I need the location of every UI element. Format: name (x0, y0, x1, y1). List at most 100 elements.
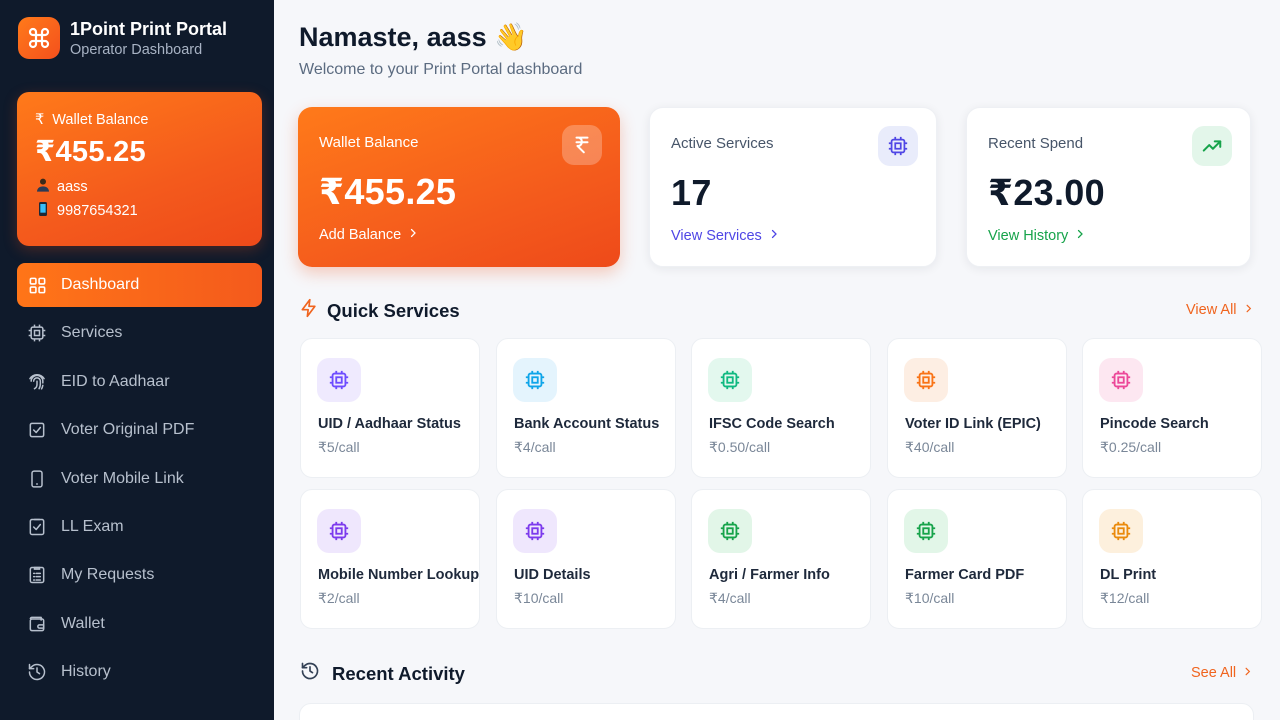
brand-title: 1Point Print Portal (70, 18, 228, 39)
rupee-icon: ₹ (35, 112, 45, 128)
recent-spend-value: ₹23.00 (988, 172, 1105, 213)
wallet-icon (27, 614, 47, 634)
grid-icon (27, 275, 47, 295)
view-history-link[interactable]: View History (988, 228, 1086, 244)
service-card[interactable]: UID / Aadhaar Status ₹5/call (300, 338, 480, 478)
sidebar-item-label: LL Exam (61, 517, 124, 535)
add-balance-label: Add Balance (319, 227, 402, 243)
sidebar-wallet-label: Wallet Balance (52, 112, 149, 128)
sidebar-item-label: History (61, 663, 111, 681)
lightning-icon (299, 298, 319, 323)
quick-services-heading: Quick Services (299, 298, 460, 323)
see-all-label: See All (1191, 665, 1237, 681)
recent-activity-title: Recent Activity (332, 662, 465, 684)
service-name: Voter ID Link (EPIC) (905, 416, 1041, 432)
sidebar-item-wallet[interactable]: Wallet (17, 602, 262, 646)
page-title: Namaste, aass 👋 (299, 22, 528, 52)
service-price: ₹5/call (318, 439, 360, 455)
chip-icon (1099, 509, 1143, 553)
fingerprint-icon (27, 372, 47, 392)
chip-icon (904, 509, 948, 553)
service-price: ₹4/call (709, 590, 751, 606)
sidebar-wallet-card[interactable]: ₹ Wallet Balance ₹455.25 aass 9987654321 (17, 92, 262, 246)
sidebar-item-voter-original-pdf[interactable]: Voter Original PDF (17, 408, 262, 452)
chip-icon (1099, 358, 1143, 402)
service-name: Bank Account Status (514, 416, 660, 432)
service-price: ₹10/call (514, 590, 564, 606)
sidebar: 1Point Print Portal Operator Dashboard ₹… (0, 0, 274, 720)
history-icon (300, 661, 320, 686)
sidebar-item-label: Voter Original PDF (61, 421, 195, 439)
service-name: Mobile Number Lookup (318, 567, 480, 583)
service-price: ₹40/call (905, 439, 955, 455)
sidebar-wallet-amount: ₹455.25 (35, 136, 146, 168)
chip-icon (513, 358, 557, 402)
sidebar-user-name: aass (57, 179, 88, 195)
chevron-right-icon (768, 228, 780, 244)
sidebar-item-dashboard[interactable]: Dashboard (17, 263, 262, 307)
service-name: DL Print (1100, 567, 1157, 583)
mobile-icon (27, 469, 47, 489)
view-all-link[interactable]: View All (1186, 302, 1254, 318)
sidebar-item-my-requests[interactable]: My Requests (17, 553, 262, 597)
service-price: ₹2/call (318, 590, 360, 606)
service-price: ₹10/call (905, 590, 955, 606)
active-services-value: 17 (671, 172, 712, 213)
service-name: UID Details (514, 567, 591, 583)
chip-icon (708, 358, 752, 402)
sidebar-item-voter-mobile-link[interactable]: Voter Mobile Link (17, 457, 262, 501)
service-card[interactable]: Bank Account Status ₹4/call (496, 338, 676, 478)
service-name: Agri / Farmer Info (709, 567, 830, 583)
service-name: Pincode Search (1100, 416, 1209, 432)
wallet-balance-label: Wallet Balance (319, 134, 419, 151)
chip-icon (878, 126, 918, 166)
page-subtitle: Welcome to your Print Portal dashboard (299, 61, 583, 78)
add-balance-link[interactable]: Add Balance (319, 227, 419, 243)
service-price: ₹0.25/call (1100, 439, 1162, 455)
see-all-link[interactable]: See All (1191, 665, 1253, 681)
service-name: IFSC Code Search (709, 416, 835, 432)
sidebar-user-phone: 9987654321 (57, 203, 138, 219)
clipboard-check-icon (27, 517, 47, 537)
sidebar-item-history[interactable]: History (17, 650, 262, 694)
active-services-label: Active Services (671, 135, 774, 152)
wallet-balance-card: Wallet Balance ₹455.25 Add Balance (298, 107, 620, 267)
service-name: Farmer Card PDF (905, 567, 1025, 583)
sidebar-item-label: Wallet (61, 614, 105, 632)
quick-services-title: Quick Services (327, 299, 460, 321)
service-card[interactable]: Mobile Number Lookup ₹2/call (300, 489, 480, 629)
chip-icon (513, 509, 557, 553)
view-services-label: View Services (671, 228, 762, 244)
service-card[interactable]: Agri / Farmer Info ₹4/call (691, 489, 871, 629)
wallet-balance-value: ₹455.25 (319, 171, 457, 212)
sidebar-item-eid-to-aadhaar[interactable]: EID to Aadhaar (17, 360, 262, 404)
view-services-link[interactable]: View Services (671, 228, 780, 244)
brand[interactable]: 1Point Print Portal Operator Dashboard (18, 17, 227, 59)
service-price: ₹12/call (1100, 590, 1150, 606)
service-card[interactable]: DL Print ₹12/call (1082, 489, 1262, 629)
service-price: ₹0.50/call (709, 439, 771, 455)
check-square-icon (27, 420, 47, 440)
trending-up-icon (1192, 126, 1232, 166)
chevron-right-icon (1243, 302, 1254, 318)
service-name: UID / Aadhaar Status (318, 416, 461, 432)
chip-icon (27, 323, 47, 343)
service-price: ₹4/call (514, 439, 556, 455)
list-icon (27, 565, 47, 585)
chip-icon (904, 358, 948, 402)
sidebar-item-services[interactable]: Services (17, 311, 262, 355)
sidebar-item-ll-exam[interactable]: LL Exam (17, 505, 262, 549)
phone-icon (35, 201, 51, 221)
service-card[interactable]: Pincode Search ₹0.25/call (1082, 338, 1262, 478)
chip-icon (708, 509, 752, 553)
service-card[interactable]: UID Details ₹10/call (496, 489, 676, 629)
service-card[interactable]: Farmer Card PDF ₹10/call (887, 489, 1067, 629)
recent-spend-label: Recent Spend (988, 135, 1084, 152)
sidebar-item-label: Dashboard (61, 276, 140, 293)
service-card[interactable]: Voter ID Link (EPIC) ₹40/call (887, 338, 1067, 478)
history-icon (27, 662, 47, 682)
recent-spend-card: Recent Spend ₹23.00 View History (966, 107, 1251, 267)
rupee-icon (562, 125, 602, 165)
sidebar-nav: Dashboard Services EID to Aadhaar Voter … (17, 263, 262, 699)
service-card[interactable]: IFSC Code Search ₹0.50/call (691, 338, 871, 478)
